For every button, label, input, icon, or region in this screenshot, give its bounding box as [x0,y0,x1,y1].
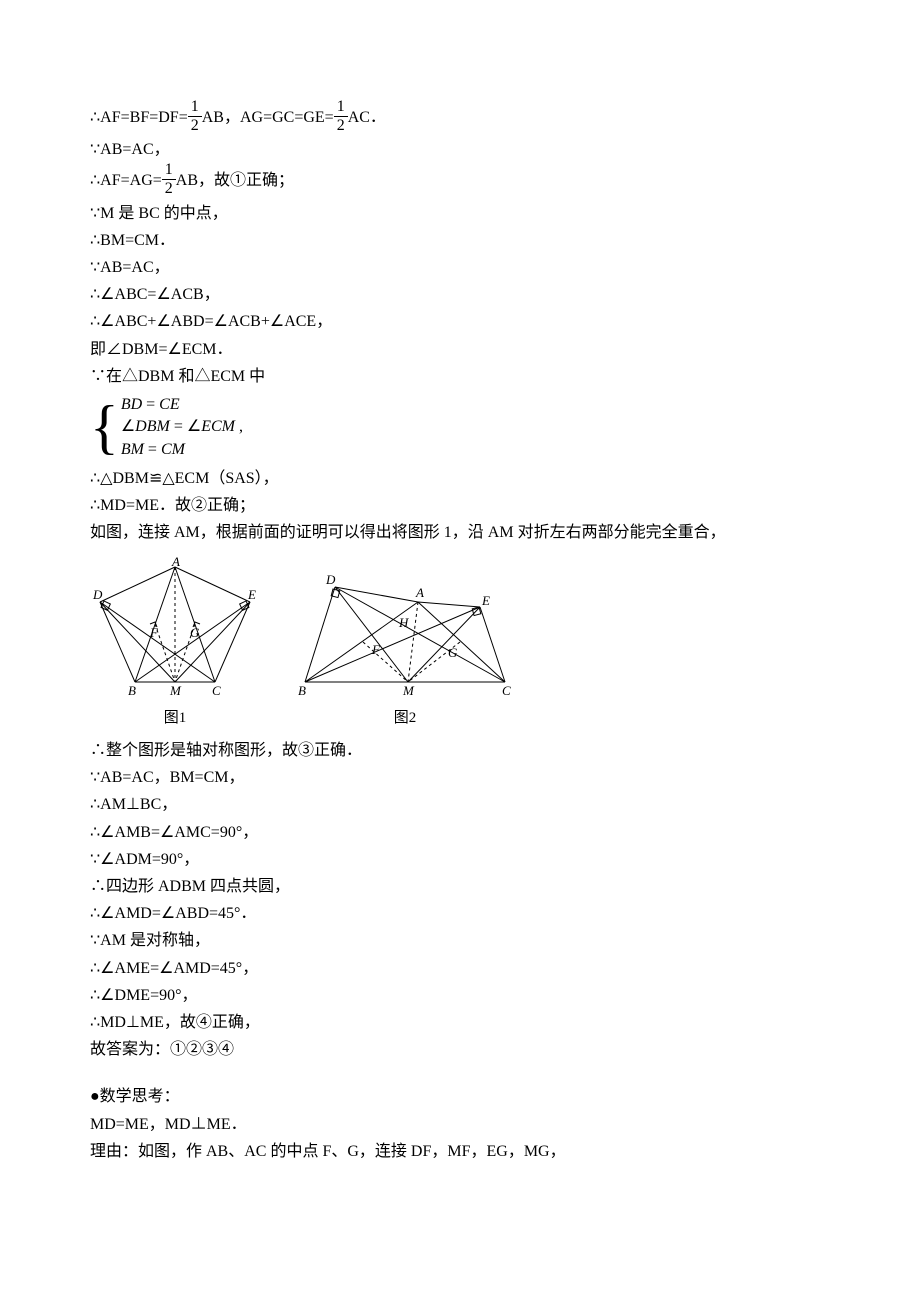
fraction: 12 [334,98,348,134]
left-brace-icon: { [90,394,119,461]
proof-line: ∴BM=CM． [90,227,830,254]
geometry-diagram-1: A D E F G B M C [90,557,260,702]
proof-line: ∵AM 是对称轴， [90,927,830,954]
label-e: E [247,587,256,602]
text: AC． [348,109,386,126]
proof-line: ∴∠AMB=∠AMC=90°， [90,819,830,846]
proof-line: ∴MD⊥ME，故④正确， [90,1009,830,1036]
label-b: B [128,683,136,698]
label-d: D [325,572,336,587]
proof-line: ∴∠ABC=∠ACB， [90,281,830,308]
figure-caption: 图1 [90,706,260,732]
label-f: F [149,625,159,640]
label-h: H [398,615,409,630]
proof-line: ∵AB=AC，BM=CM， [90,764,830,791]
figures-row: A D E F G B M C 图1 [90,557,830,732]
text: ∴AF=AG= [90,172,162,189]
text: ∴AF=BF=DF= [90,109,188,126]
proof-line: ∴整个图形是轴对称图形，故③正确． [90,737,830,764]
proof-line: ∵∠ADM=90°， [90,846,830,873]
proof-line: ∴∠AMD=∠ABD=45°． [90,900,830,927]
proof-line: ∴∠DME=90°， [90,982,830,1009]
label-f: F [371,642,381,657]
proof-line: ∴∠AME=∠AMD=45°， [90,955,830,982]
label-b: B [298,683,306,698]
fraction: 12 [188,98,202,134]
figure-caption: 图2 [290,706,520,732]
figure-1: A D E F G B M C 图1 [90,557,260,732]
proof-line: ∴AF=AG=12AB，故①正确； [90,163,830,199]
section-heading: ●数学思考： [90,1083,830,1110]
label-m: M [169,683,182,698]
proof-line: MD=ME，MD⊥ME． [90,1111,830,1138]
label-m: M [402,683,415,698]
equation-system: { BD = CE ∠DBM = ∠ECM , BM = CM [90,394,830,461]
proof-line: ∵AB=AC， [90,254,830,281]
label-c: C [502,683,511,698]
label-c: C [212,683,221,698]
label-e: E [481,593,490,608]
label-a: A [415,585,424,600]
proof-line: ∴AM⊥BC， [90,791,830,818]
proof-line: 即∠DBM=∠ECM． [90,336,830,363]
text: AB，AG=GC=GE= [202,109,334,126]
label-g: G [448,645,458,660]
proof-line: ∴∠ABC+∠ABD=∠ACB+∠ACE， [90,308,830,335]
label-a: A [171,557,180,569]
proof-line: ∴AF=BF=DF=12AB，AG=GC=GE=12AC． [90,100,830,136]
text: AB，故①正确； [176,172,294,189]
fraction: 12 [162,161,176,197]
proof-line: ∵M 是 BC 的中点， [90,200,830,227]
proof-line: ∴△DBM≌△ECM（SAS）， [90,465,830,492]
label-d: D [92,587,103,602]
geometry-diagram-2: A D E H F G B M C [290,557,520,702]
proof-line: 如图，连接 AM，根据前面的证明可以得出将图形 1，沿 AM 对折左右两部分能完… [90,519,830,546]
figure-2: A D E H F G B M C 图2 [290,557,520,732]
proof-line: ∴MD=ME．故②正确； [90,492,830,519]
proof-line: ∴四边形 ADBM 四点共圆， [90,873,830,900]
proof-line: 理由：如图，作 AB、AC 的中点 F、G，连接 DF，MF，EG，MG， [90,1138,830,1165]
proof-line: 故答案为：①②③④ [90,1036,830,1063]
proof-line: ∵在△DBM 和△ECM 中 [90,363,830,390]
proof-line: ∵AB=AC， [90,136,830,163]
label-g: G [190,625,200,640]
